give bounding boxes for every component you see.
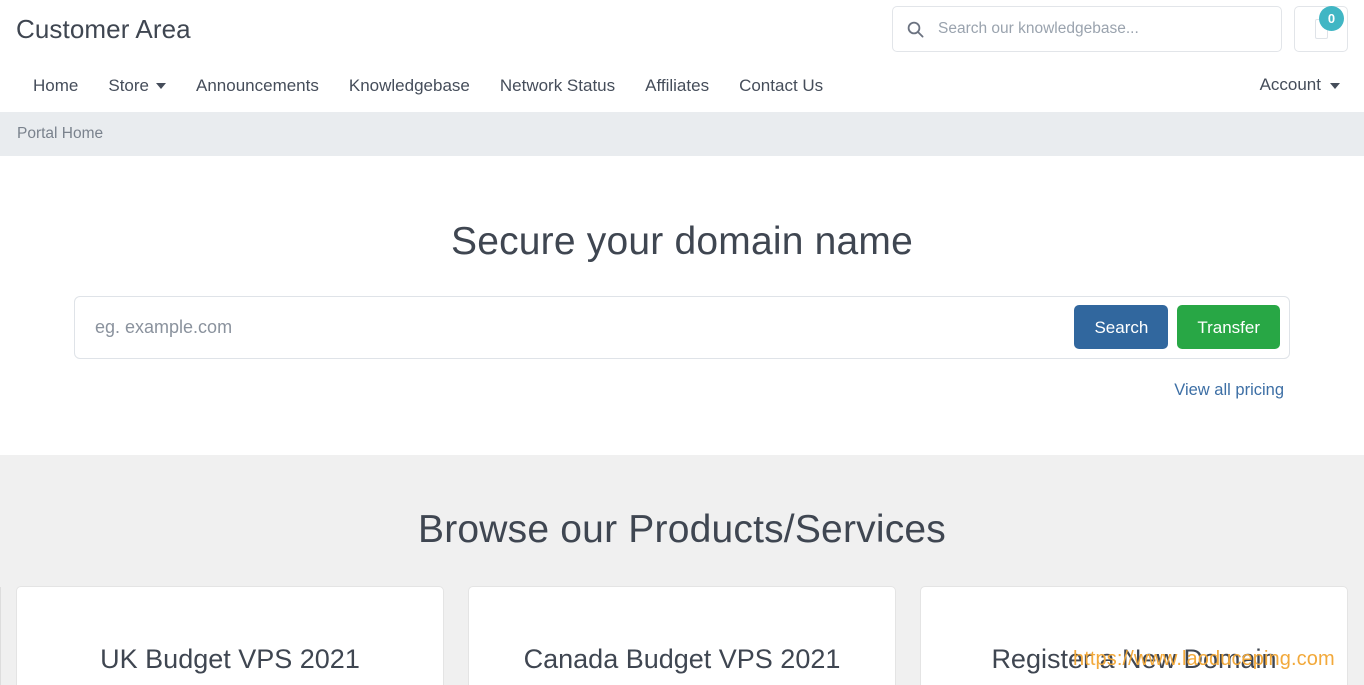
nav-label: Announcements xyxy=(196,75,319,95)
domain-search-button[interactable]: Search xyxy=(1074,305,1169,350)
view-all-pricing-link[interactable]: View all pricing xyxy=(1174,381,1284,399)
chevron-down-icon xyxy=(156,83,166,89)
products-section-title: Browse our Products/Services xyxy=(418,508,946,551)
nav-item-network-status[interactable]: Network Status xyxy=(485,77,630,94)
nav-label: Home xyxy=(33,75,79,95)
nav-item-contact-us[interactable]: Contact Us xyxy=(724,77,838,94)
breadcrumb: Portal Home xyxy=(0,112,1364,156)
product-card[interactable]: Canada Budget VPS 2021 xyxy=(468,585,896,685)
nav-label: Contact Us xyxy=(739,75,824,95)
products-section: Browse our Products/Services UK Budget V… xyxy=(0,455,1364,685)
product-grid: UK Budget VPS 2021 Canada Budget VPS 202… xyxy=(16,585,1348,685)
nav-item-store[interactable]: Store xyxy=(93,77,181,94)
nav-item-announcements[interactable]: Announcements xyxy=(181,77,334,94)
nav-item-affiliates[interactable]: Affiliates xyxy=(630,77,724,94)
product-name: Canada Budget VPS 2021 xyxy=(523,643,841,674)
knowledgebase-search[interactable] xyxy=(892,6,1282,52)
product-name: UK Budget VPS 2021 xyxy=(100,643,360,674)
nav-item-home[interactable]: Home xyxy=(16,77,93,94)
domain-input[interactable] xyxy=(75,296,1075,358)
pricing-row: View all pricing xyxy=(74,381,1290,400)
cart-count-badge: 0 xyxy=(1319,6,1344,31)
breadcrumb-item-portal-home[interactable]: Portal Home xyxy=(16,125,103,143)
cart-button[interactable]: 0 xyxy=(1294,6,1348,52)
nav-label: Network Status xyxy=(499,75,616,95)
nav-list: Home Store Announcements Knowledgebase N… xyxy=(16,77,838,94)
nav-label: Knowledgebase xyxy=(348,75,470,95)
product-card[interactable]: UK Budget VPS 2021 xyxy=(16,585,444,685)
domain-search-form: Search Transfer xyxy=(74,295,1290,359)
chevron-down-icon xyxy=(1330,83,1340,89)
site-header: Customer Area 0 xyxy=(0,0,1364,58)
page-root: Customer Area 0 Home xyxy=(0,0,1364,685)
header-right-group: 0 xyxy=(892,6,1348,52)
account-menu[interactable]: Account xyxy=(1260,75,1340,95)
section-edge-divider xyxy=(0,587,1,685)
domain-search-section: Secure your domain name Search Transfer … xyxy=(0,156,1364,455)
product-name: Register a New Domain xyxy=(991,643,1277,674)
brand-title: Customer Area xyxy=(16,14,191,44)
account-label: Account xyxy=(1259,75,1321,94)
nav-label: Affiliates xyxy=(645,75,710,95)
domain-transfer-button[interactable]: Transfer xyxy=(1177,305,1280,350)
domain-section-title: Secure your domain name xyxy=(450,220,913,263)
product-card[interactable]: Register a New Domain xyxy=(920,585,1348,685)
search-icon xyxy=(907,21,924,38)
main-navigation: Home Store Announcements Knowledgebase N… xyxy=(0,58,1364,112)
search-input[interactable] xyxy=(938,20,1267,38)
nav-label: Store xyxy=(108,75,149,95)
nav-item-knowledgebase[interactable]: Knowledgebase xyxy=(334,77,485,94)
